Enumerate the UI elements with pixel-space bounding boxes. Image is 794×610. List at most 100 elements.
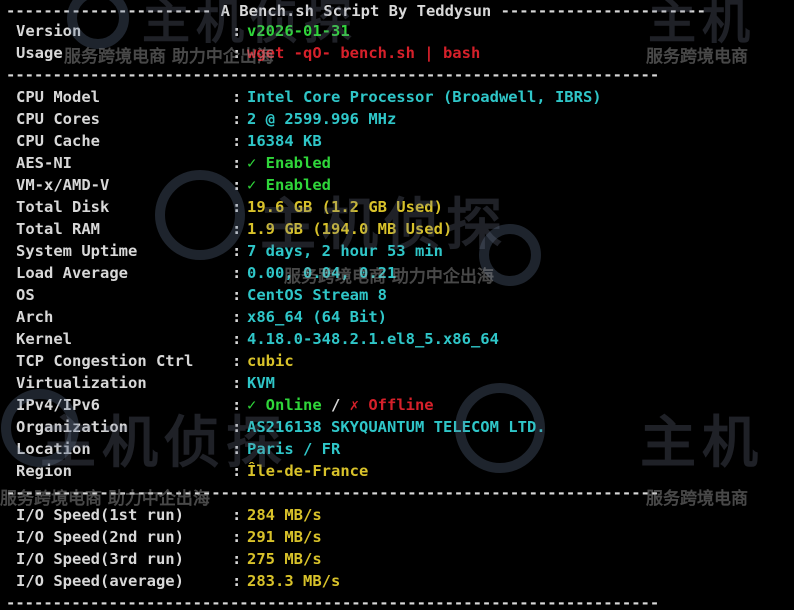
system-info-row: TCP Congestion Ctrl: cubic bbox=[16, 350, 294, 372]
system-info-value: CentOS Stream 8 bbox=[247, 286, 387, 304]
io-speed-value: 275 MB/s bbox=[247, 550, 322, 568]
ipv-slash: / bbox=[321, 396, 350, 414]
separator-line: ----------------------------------------… bbox=[6, 66, 660, 84]
system-info-row: OS: CentOS Stream 8 bbox=[16, 284, 387, 306]
colon: : bbox=[232, 198, 242, 216]
colon: : bbox=[232, 418, 242, 436]
virtualization-row: Virtualization: KVM bbox=[16, 372, 275, 394]
colon: : bbox=[232, 264, 242, 282]
header-separator-right: ---------------------- bbox=[491, 2, 706, 20]
colon: : bbox=[232, 330, 242, 348]
system-info-row: CPU Cache:16384 KB bbox=[16, 130, 322, 152]
colon: : bbox=[232, 22, 242, 40]
header-separator-left: ---------------------- bbox=[6, 2, 221, 20]
ipv-label: IPv4/IPv6 bbox=[16, 396, 100, 414]
io-speed-row: I/O Speed(average):283.3 MB/s bbox=[16, 570, 340, 592]
separator-line: ----------------------------------------… bbox=[6, 484, 660, 502]
separator-line: ----------------------------------------… bbox=[6, 594, 660, 610]
system-info-row: Load Average:0.00, 0.04, 0.21 bbox=[16, 262, 396, 284]
system-info-row: CPU Model: Intel Core Processor (Broadwel… bbox=[16, 86, 602, 108]
io-speed-row: I/O Speed(2nd run):291 MB/s bbox=[16, 526, 322, 548]
colon: : bbox=[232, 550, 242, 568]
system-info-value: cubic bbox=[247, 352, 294, 370]
colon: : bbox=[232, 462, 242, 480]
system-info-row: AES-NI: ✓ Enabled bbox=[16, 152, 331, 174]
system-info-value: ✓ Enabled bbox=[247, 176, 331, 194]
system-info-label: AES-NI bbox=[16, 154, 72, 172]
system-info-label: Total Disk bbox=[16, 198, 110, 216]
system-info-row: CPU Cores:2 @ 2599.996 MHz bbox=[16, 108, 396, 130]
colon: : bbox=[232, 440, 242, 458]
system-info-row: VM-x/AMD-V: ✓ Enabled bbox=[16, 174, 331, 196]
location-value: Paris / FR bbox=[247, 440, 341, 458]
system-info-value: Intel Core Processor (Broadwell, IBRS) bbox=[247, 88, 602, 106]
colon: : bbox=[232, 132, 242, 150]
system-info-row: Total Disk:19.6 GB (1.2 GB Used) bbox=[16, 196, 443, 218]
region-value: Île-de-France bbox=[247, 462, 369, 480]
colon: : bbox=[232, 88, 242, 106]
colon: : bbox=[232, 352, 242, 370]
system-info-value: 4.18.0-348.2.1.el8_5.x86_64 bbox=[247, 330, 499, 348]
colon: : bbox=[232, 286, 242, 304]
colon: : bbox=[232, 374, 242, 392]
io-speed-value: 284 MB/s bbox=[247, 506, 322, 524]
header-title: A Bench.sh Script By Teddysun bbox=[220, 2, 492, 20]
system-info-value: 16384 KB bbox=[247, 132, 322, 150]
system-info-label: CPU Cache bbox=[16, 132, 100, 150]
system-info-label: Total RAM bbox=[16, 220, 100, 238]
io-speed-row: I/O Speed(1st run):284 MB/s bbox=[16, 504, 322, 526]
ipv-online-status: ✓ Online bbox=[247, 396, 322, 414]
system-info-row: Arch: x86_64 (64 Bit) bbox=[16, 306, 387, 328]
system-info-row: Total RAM:1.9 GB (194.0 MB Used) bbox=[16, 218, 452, 240]
organization-row: Organization: AS216138 SKYQUANTUM TELECOM… bbox=[16, 416, 546, 438]
colon: : bbox=[232, 308, 242, 326]
io-speed-value: 291 MB/s bbox=[247, 528, 322, 546]
system-info-label: CPU Model bbox=[16, 88, 100, 106]
header-line: ---------------------- A Bench.sh Script… bbox=[6, 0, 776, 22]
version-value: v2026-01-31 bbox=[247, 22, 350, 40]
usage-row: Usage: wget -qO- bench.sh | bash bbox=[16, 42, 480, 64]
colon: : bbox=[232, 176, 242, 194]
location-row: Location: Paris / FR bbox=[16, 438, 340, 460]
colon: : bbox=[232, 506, 242, 524]
colon: : bbox=[232, 242, 242, 260]
version-label: Version bbox=[16, 22, 82, 40]
io-speed-label: I/O Speed(2nd run) bbox=[16, 528, 184, 546]
ipv-row: IPv4/IPv6: ✓ Online / ✗ Offline bbox=[16, 394, 434, 416]
system-info-row: Kernel:4.18.0-348.2.1.el8_5.x86_64 bbox=[16, 328, 499, 350]
system-info-label: VM-x/AMD-V bbox=[16, 176, 110, 194]
colon: : bbox=[232, 572, 242, 590]
system-info-value: 0.00, 0.04, 0.21 bbox=[247, 264, 397, 282]
system-info-label: OS bbox=[16, 286, 35, 304]
colon: : bbox=[232, 154, 242, 172]
organization-value: AS216138 SKYQUANTUM TELECOM LTD. bbox=[247, 418, 546, 436]
system-info-value: ✓ Enabled bbox=[247, 154, 331, 172]
region-row: Region: Île-de-France bbox=[16, 460, 368, 482]
system-info-label: CPU Cores bbox=[16, 110, 100, 128]
organization-label: Organization bbox=[16, 418, 128, 436]
colon: : bbox=[232, 110, 242, 128]
system-info-label: Load Average bbox=[16, 264, 128, 282]
version-row: Version: v2026-01-31 bbox=[16, 20, 350, 42]
colon: : bbox=[232, 44, 242, 62]
system-info-value: 2 @ 2599.996 MHz bbox=[247, 110, 397, 128]
usage-command[interactable]: wget -qO- bench.sh | bash bbox=[247, 44, 480, 62]
usage-label: Usage bbox=[16, 44, 63, 62]
virtualization-value: KVM bbox=[247, 374, 275, 392]
system-info-value: x86_64 (64 Bit) bbox=[247, 308, 387, 326]
colon: : bbox=[232, 528, 242, 546]
colon: : bbox=[232, 220, 242, 238]
io-speed-label: I/O Speed(3rd run) bbox=[16, 550, 184, 568]
system-info-label: Kernel bbox=[16, 330, 72, 348]
terminal-window: ---------------------- A Bench.sh Script… bbox=[0, 0, 794, 610]
system-info-label: System Uptime bbox=[16, 242, 138, 260]
io-speed-label: I/O Speed(average) bbox=[16, 572, 184, 590]
system-info-label: TCP Congestion Ctrl bbox=[16, 352, 194, 370]
watermark-logo-text: 主机 bbox=[640, 411, 764, 476]
system-info-value: 7 days, 2 hour 53 min bbox=[247, 242, 443, 260]
system-info-label: Arch bbox=[16, 308, 54, 326]
io-speed-label: I/O Speed(1st run) bbox=[16, 506, 184, 524]
region-label: Region bbox=[16, 462, 72, 480]
system-info-value: 19.6 GB (1.2 GB Used) bbox=[247, 198, 443, 216]
colon: : bbox=[232, 396, 242, 414]
